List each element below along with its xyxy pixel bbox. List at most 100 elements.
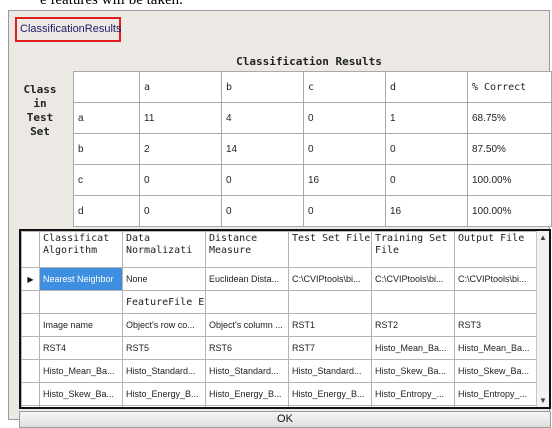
results-cell[interactable]: FeatureFile E [122, 290, 206, 314]
confusion-cell: 0 [139, 195, 222, 227]
results-column-header[interactable]: Training Set File [371, 231, 455, 268]
results-cell[interactable] [288, 290, 372, 314]
row-selector[interactable] [21, 336, 40, 360]
results-cell[interactable]: Texture energy ... [122, 405, 206, 407]
results-column-header[interactable]: Classificat Algorithm [39, 231, 123, 268]
results-cell[interactable]: Histo_Entropy_... [371, 382, 455, 406]
confusion-row: b 2 14 0 0 87.50% [73, 133, 552, 165]
confusion-header-row: a b c d% Correct [73, 71, 552, 103]
confusion-row: d 0 0 0 16 100.00% [73, 195, 552, 227]
confusion-cell: 100.00% [467, 164, 552, 196]
results-row[interactable]: Histo_Skew_Ba... Histo_Energy_B... Histo_E… [21, 382, 540, 406]
row-selector[interactable] [21, 382, 40, 406]
results-cell[interactable]: Texture energy r... [205, 405, 289, 407]
confusion-cell: 0 [303, 133, 386, 165]
background-text: e features will be taken. [0, 0, 552, 10]
results-cell[interactable] [454, 290, 540, 314]
results-cell[interactable]: Histo_Skew_Ba... [371, 359, 455, 383]
confusion-cell: 0 [385, 133, 468, 165]
results-cell[interactable]: Histo_Mean_Ba... [371, 336, 455, 360]
row-selector[interactable] [21, 290, 40, 314]
results-cell[interactable]: RST3 [454, 313, 540, 337]
confusion-cell: a [73, 102, 140, 134]
results-column-header[interactable]: Output File [454, 231, 540, 268]
confusion-cell: 14 [221, 133, 304, 165]
scroll-up-icon[interactable]: ▲ [539, 233, 547, 242]
results-cell[interactable]: RST1 [288, 313, 372, 337]
scroll-down-icon[interactable]: ▼ [539, 396, 547, 405]
confusion-header-cell: d [385, 71, 468, 103]
results-cell[interactable]: Histo_Standard... [288, 359, 372, 383]
results-cell[interactable]: Nearest Neighbor [39, 267, 123, 291]
row-header-corner [21, 231, 40, 268]
results-row[interactable]: FeatureFile E [21, 290, 540, 314]
results-cell[interactable]: Histo_Mean_Ba... [39, 359, 123, 383]
confusion-cell: 0 [139, 164, 222, 196]
results-cell[interactable] [371, 290, 455, 314]
results-cell[interactable]: Histo_Mean_Ba... [454, 336, 540, 360]
confusion-cell: 87.50% [467, 133, 552, 165]
results-cell[interactable]: RST4 [39, 336, 123, 360]
results-header-row: Classificat Algorithm Data Normalizati Dis… [21, 231, 540, 268]
results-cell[interactable]: Histo_Skew_Ba... [454, 359, 540, 383]
results-cell[interactable]: Euclidean Dista... [205, 267, 289, 291]
results-cell[interactable]: C:\CVIPtools\bi... [454, 267, 540, 291]
results-cell[interactable]: Inertia range [371, 405, 455, 407]
results-cell[interactable]: C:\CVIPtools\bi... [288, 267, 372, 291]
vertical-scrollbar[interactable]: ▲ ▼ [536, 231, 549, 407]
results-cell[interactable]: Inertia average (... [288, 405, 372, 407]
results-cell[interactable]: RST5 [122, 336, 206, 360]
results-cell[interactable]: None [122, 267, 206, 291]
row-selector[interactable] [21, 405, 40, 407]
window-title: ClassificationResults [15, 17, 121, 42]
results-row[interactable]: Image name Object's row co... Object's col… [21, 313, 540, 337]
results-cell[interactable]: RST6 [205, 336, 289, 360]
confusion-cell: 0 [303, 195, 386, 227]
results-cell[interactable]: Histo_Entropy_... [454, 382, 540, 406]
results-cell[interactable]: Histo_Entropy_... [39, 405, 123, 407]
row-selector[interactable] [21, 359, 40, 383]
results-cell[interactable]: Histo_Standard... [122, 359, 206, 383]
results-cell[interactable]: Histo_Energy_B... [122, 382, 206, 406]
results-cell[interactable]: Object's row co... [122, 313, 206, 337]
results-cell[interactable]: C:\CVIPtools\bi... [371, 267, 455, 291]
row-selector[interactable]: ▶ [21, 267, 40, 291]
results-cell[interactable]: Histo_Skew_Ba... [39, 382, 123, 406]
confusion-title: Classification Results [236, 55, 382, 68]
confusion-row: c 0 0 16 0 100.00% [73, 164, 552, 196]
results-cell[interactable]: Histo_Energy_B... [205, 382, 289, 406]
results-row[interactable]: ▶ Nearest Neighbor None Euclidean Dista... C… [21, 267, 540, 291]
ok-button[interactable]: OK [19, 411, 551, 428]
results-cell[interactable]: RST7 [288, 336, 372, 360]
results-cell[interactable]: Histo_Standard... [205, 359, 289, 383]
results-cell[interactable]: Object's column ... [205, 313, 289, 337]
results-grid[interactable]: Classificat Algorithm Data Normalizati Dis… [19, 229, 551, 409]
results-cell[interactable]: Image name [39, 313, 123, 337]
results-cell[interactable]: Correlation aver... [454, 405, 540, 407]
confusion-cell: 68.75% [467, 102, 552, 134]
confusion-table: a b c d% Correct a 11 4 0 1 68.75% b 2 14 0 0 87.50% c 0 0… [73, 71, 552, 227]
results-cell[interactable]: RST2 [371, 313, 455, 337]
current-row-arrow-icon: ▶ [27, 275, 34, 284]
confusion-row: a 11 4 0 1 68.75% [73, 102, 552, 134]
confusion-header-cell: b [221, 71, 304, 103]
confusion-cell: 1 [385, 102, 468, 134]
results-row[interactable]: RST4 RST5 RST6 RST7 Histo_Mean_Ba... Histo_Me… [21, 336, 540, 360]
results-cell[interactable] [39, 290, 123, 314]
confusion-cell: 4 [221, 102, 304, 134]
results-table: Classificat Algorithm Data Normalizati Dis… [21, 231, 540, 407]
row-selector[interactable] [21, 313, 40, 337]
results-cell[interactable]: Histo_Energy_B... [288, 382, 372, 406]
confusion-cell: 0 [221, 195, 304, 227]
class-in-test-set-label: Class in Test Set [13, 83, 67, 139]
confusion-header-cell: a [139, 71, 222, 103]
results-column-header[interactable]: Test Set File [288, 231, 372, 268]
results-row[interactable]: Histo_Entropy_...Texture energy ...Textu… [21, 405, 540, 407]
confusion-cell: 2 [139, 133, 222, 165]
results-row[interactable]: Histo_Mean_Ba... Histo_Standard... Histo_S… [21, 359, 540, 383]
results-column-header[interactable]: Data Normalizati [122, 231, 206, 268]
confusion-cell: 0 [303, 102, 386, 134]
results-cell[interactable] [205, 290, 289, 314]
confusion-cell: 0 [385, 164, 468, 196]
results-column-header[interactable]: Distance Measure [205, 231, 289, 268]
